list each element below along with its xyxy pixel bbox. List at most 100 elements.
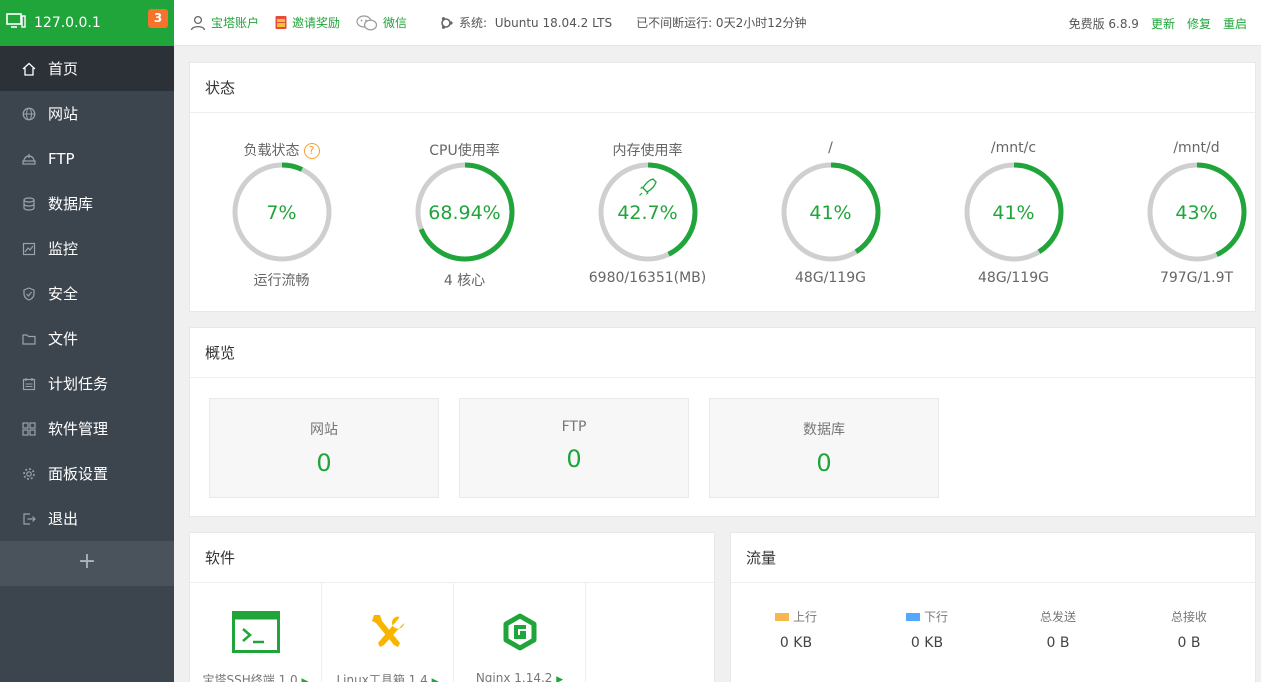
nginx-icon [503, 613, 537, 651]
user-icon [190, 15, 206, 30]
software-title: 软件 [190, 533, 714, 583]
logout-icon [22, 512, 36, 526]
traffic-label: 上行 [792, 610, 817, 624]
sidebar-item-cron[interactable]: 计划任务 [0, 361, 174, 406]
system-value: Ubuntu 18.04.2 LTS [494, 15, 613, 30]
restart-link[interactable]: 重启 [1223, 15, 1247, 32]
download-legend-swatch [905, 612, 920, 621]
invite-link[interactable]: 邀请奖励 [275, 14, 340, 31]
traffic-total-received: 总接收 0 B [1124, 608, 1254, 651]
apps-icon [22, 421, 36, 436]
gear-icon [22, 467, 36, 481]
gauge-row: 负载状态? 7% 运行流畅 CPU使用率 68.94% 4 核心 内存使用率 4… [190, 113, 1255, 313]
card-value[interactable]: 0 [710, 449, 938, 477]
gauge-title: CPU使用率 [429, 143, 500, 159]
traffic-value: 0 B [1046, 635, 1070, 651]
update-link[interactable]: 更新 [1151, 15, 1175, 32]
sidebar: 127.0.0.1 3 首页 网站 FTP 数据库 监控 安全 文件 计划任务 … [0, 0, 174, 682]
sidebar-item-software[interactable]: 软件管理 [0, 406, 174, 451]
gauge-title: /mnt/c [990, 140, 1037, 156]
card-label: FTP [561, 419, 587, 435]
calendar-icon [22, 377, 36, 391]
gauge-subtext: 运行流畅 [253, 273, 310, 289]
status-panel: 状态 负载状态? 7% 运行流畅 CPU使用率 68.94% 4 核心 内存使用… [189, 62, 1256, 312]
sidebar-item-ftp[interactable]: FTP [0, 136, 174, 181]
gauge-title: 负载状态 [243, 143, 300, 159]
account-link[interactable]: 宝塔账户 [190, 14, 259, 31]
play-icon[interactable]: ▶ [556, 675, 563, 682]
gauge-value: 7% [266, 202, 297, 224]
gauge-subtext: 48G/119G [795, 270, 866, 286]
play-icon[interactable]: ▶ [302, 677, 309, 682]
sidebar-item-home[interactable]: 首页 [0, 46, 174, 91]
software-label: Linux工具箱 1.4 [336, 673, 428, 682]
traffic-panel: 流量 上行 0 KB 下行 0 KB 总发送 0 B 总接收 0 B [730, 532, 1256, 682]
wechat-link[interactable]: 微信 [356, 14, 407, 31]
gift-icon [275, 16, 287, 29]
overview-card-database[interactable]: 数据库 0 [709, 398, 939, 498]
invite-label: 邀请奖励 [292, 16, 341, 30]
sidebar-item-monitor[interactable]: 监控 [0, 226, 174, 271]
ubuntu-icon [441, 16, 453, 29]
gauge-value: 41% [992, 202, 1035, 224]
card-value[interactable]: 0 [460, 445, 688, 473]
traffic-down: 下行 0 KB [862, 608, 992, 651]
gauge-subtext: 4 核心 [443, 273, 486, 289]
overview-card-website[interactable]: 网站 0 [209, 398, 439, 498]
sidebar-item-website[interactable]: 网站 [0, 91, 174, 136]
home-icon [22, 62, 36, 76]
traffic-value: 0 KB [779, 635, 813, 651]
tools-icon [372, 615, 404, 647]
sidebar-item-label: 网站 [48, 105, 79, 123]
monitor-chart-icon [22, 242, 36, 256]
software-item-ssh[interactable]: 宝塔SSH终端 1.0 ▶ [190, 583, 322, 682]
gauge-subtext: 48G/119G [978, 270, 1049, 286]
sidebar-item-label: 文件 [48, 330, 79, 348]
play-icon[interactable]: ▶ [432, 677, 439, 682]
gauge-value: 41% [809, 202, 852, 224]
traffic-label: 总发送 [1039, 610, 1076, 624]
system-info: 系统: Ubuntu 18.04.2 LTS [439, 14, 612, 31]
software-item-toolbox[interactable]: Linux工具箱 1.4 ▶ [322, 583, 454, 682]
notification-badge[interactable]: 3 [148, 9, 168, 28]
overview-panel: 概览 网站 0 FTP 0 数据库 0 [189, 327, 1256, 517]
terminal-icon [232, 611, 280, 653]
card-value[interactable]: 0 [210, 449, 438, 477]
overview-title: 概览 [190, 328, 1255, 378]
sidebar-item-logout[interactable]: 退出 [0, 496, 174, 541]
top-bar: 宝塔账户 邀请奖励 微信 系统: Ubuntu 18.04.2 LTS 已不间断… [174, 0, 1261, 46]
sidebar-item-label: 安全 [48, 285, 79, 303]
traffic-label: 下行 [923, 610, 948, 624]
gauge-value: 43% [1175, 202, 1218, 224]
overview-card-ftp[interactable]: FTP 0 [459, 398, 689, 498]
traffic-value: 0 KB [910, 635, 944, 651]
wechat-label: 微信 [383, 16, 408, 30]
database-icon [22, 196, 36, 211]
help-icon[interactable]: ? [303, 143, 320, 159]
sidebar-item-database[interactable]: 数据库 [0, 181, 174, 226]
software-panel: 软件 宝塔SSH终端 1.0 ▶ Linux工具箱 1.4 ▶ Nginx 1.… [189, 532, 715, 682]
sidebar-item-label: 面板设置 [48, 465, 109, 483]
sidebar-item-files[interactable]: 文件 [0, 316, 174, 361]
traffic-value: 0 B [1177, 635, 1201, 651]
sidebar-item-label: 首页 [48, 60, 79, 78]
traffic-total-sent: 总发送 0 B [993, 608, 1123, 651]
software-item-nginx[interactable]: Nginx 1.14.2 ▶ [454, 583, 586, 682]
gauge-title: /mnt/d [1173, 140, 1220, 156]
repair-link[interactable]: 修复 [1187, 15, 1211, 32]
uptime-text: 已不间断运行: 0天2小时12分钟 [636, 16, 807, 30]
sidebar-item-label: 软件管理 [48, 420, 109, 438]
gauge-value: 42.7% [617, 202, 678, 224]
sidebar-item-label: 监控 [48, 240, 79, 258]
account-label: 宝塔账户 [211, 16, 260, 30]
sidebar-item-settings[interactable]: 面板设置 [0, 451, 174, 496]
server-header[interactable]: 127.0.0.1 3 [0, 0, 174, 46]
software-label: 宝塔SSH终端 1.0 [202, 673, 298, 682]
traffic-title: 流量 [731, 533, 1255, 583]
gauge-subtext: 797G/1.9T [1159, 270, 1234, 286]
rocket-icon[interactable] [639, 178, 657, 196]
folder-icon [22, 332, 36, 346]
add-shortcut-button[interactable]: + [0, 541, 174, 586]
traffic-up: 上行 0 KB [731, 608, 861, 651]
sidebar-item-security[interactable]: 安全 [0, 271, 174, 316]
